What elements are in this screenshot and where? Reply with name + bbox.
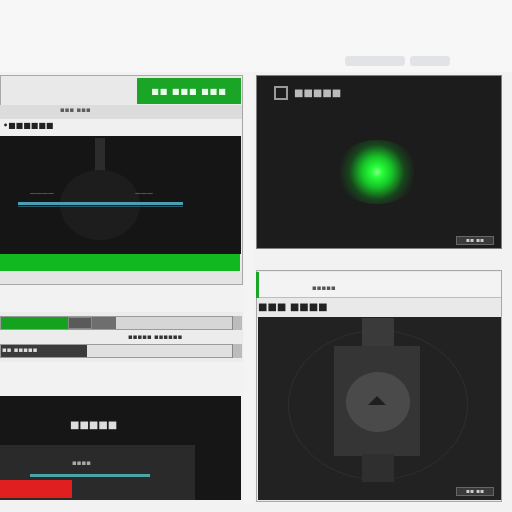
right-top-title: ■■■■■	[294, 88, 342, 99]
green-glow-indicator	[335, 140, 419, 204]
blurred-tabs-2	[410, 56, 450, 66]
row2-left-label: ▪▪ ▪▪▪▪▪	[2, 346, 38, 354]
right-bottom-footer-button[interactable]: ▪▪ ▪▪	[456, 487, 494, 496]
scroll-arrow-1[interactable]	[232, 316, 242, 330]
progress-knob-1[interactable]	[68, 317, 92, 329]
sub-label: ▪▪▪ ▪▪▪	[60, 106, 91, 114]
blurred-tabs	[345, 56, 405, 66]
preview-top-tab	[362, 318, 394, 348]
right-bottom-header	[256, 272, 501, 298]
scope-trace-shadow	[18, 206, 183, 207]
scroll-arrow-2[interactable]	[232, 344, 242, 358]
right-bottom-row-label: ■■■ ■■■■	[258, 302, 328, 313]
bottom-red-bar	[0, 480, 72, 498]
record-icon[interactable]	[274, 86, 288, 100]
level-bar-green	[0, 254, 240, 271]
row-label: •■■■■■■	[3, 121, 54, 130]
bottom-left-sub: ▪▪▪▪	[72, 459, 91, 467]
column-divider	[244, 75, 254, 505]
left-panel-bottom	[0, 271, 242, 284]
scope-label-left: ————	[30, 190, 54, 197]
scope-label-right: ———	[135, 190, 153, 197]
bottom-left-title: ■■■■■	[70, 420, 118, 431]
sub-strip	[0, 105, 242, 119]
header-action-button[interactable]: ■■ ■■■ ■■■	[137, 78, 241, 104]
preview-bottom-tab	[362, 454, 394, 482]
play-icon[interactable]	[364, 392, 390, 408]
bottom-teal-trace	[30, 474, 150, 477]
row2-right-label: ▪▪▪▪▪ ▪▪▪▪▪▪	[128, 333, 183, 341]
progress-knob-1b	[92, 317, 116, 329]
right-bottom-green-edge	[256, 272, 259, 298]
progress-fill-1	[1, 317, 68, 329]
right-bottom-header-label: ▪▪▪▪▪	[312, 284, 336, 292]
right-top-footer-button[interactable]: ▪▪ ▪▪	[456, 236, 494, 245]
scope-circle	[60, 170, 140, 240]
scope-trace	[18, 202, 183, 205]
